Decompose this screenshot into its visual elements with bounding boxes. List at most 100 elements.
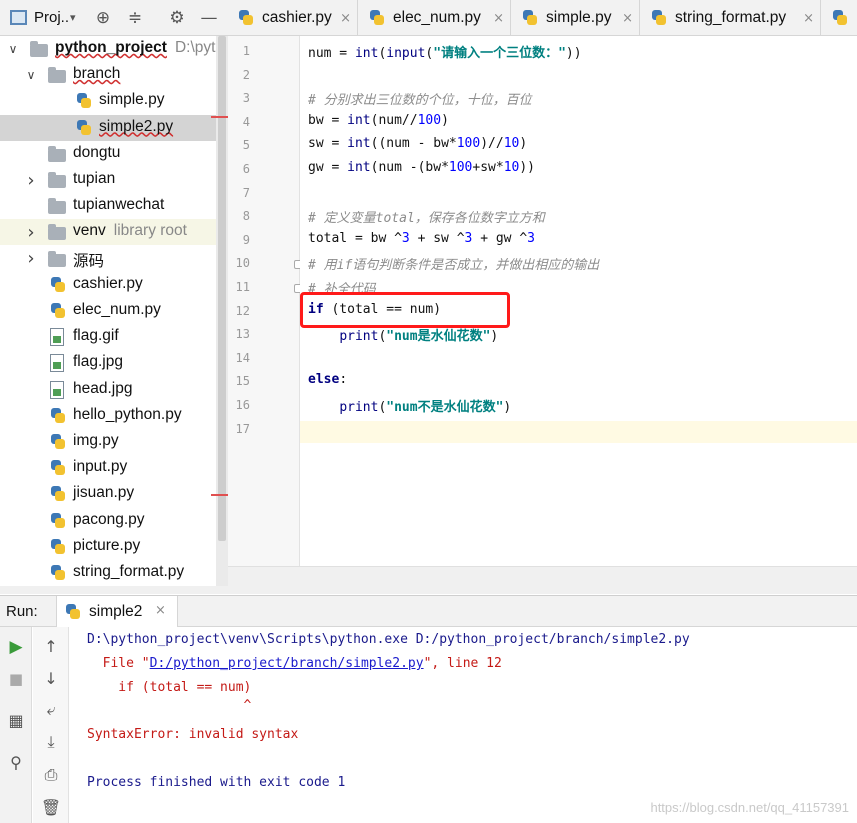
chevron-right-icon[interactable]: › bbox=[24, 248, 38, 269]
tree-item-tupianwechat[interactable]: tupianwechat bbox=[0, 193, 216, 219]
up-arrow-icon[interactable]: ↑ bbox=[40, 635, 62, 657]
scrollbar-thumb[interactable] bbox=[218, 36, 226, 541]
code-line: print("num不是水仙花数") bbox=[339, 400, 512, 415]
chevron-down-icon[interactable]: ∨ bbox=[24, 68, 38, 82]
run-toolbar-right: ↑ ↓ ⤶ ⤓ ⎙ 🗑 bbox=[33, 627, 69, 823]
tree-item-label: input.py bbox=[73, 458, 128, 476]
console-traceback-file: File "D:/python_project/branch/simple2.p… bbox=[87, 656, 502, 671]
run-icon[interactable]: ▶ bbox=[5, 636, 27, 658]
code-line: bw = int(num//100) bbox=[308, 112, 449, 128]
tree-item-input-py[interactable]: input.py bbox=[0, 455, 216, 481]
chevron-right-icon[interactable]: › bbox=[24, 170, 38, 191]
error-stripe-marker bbox=[211, 116, 228, 118]
tree-item-pacong-py[interactable]: pacong.py bbox=[0, 508, 216, 534]
pin-icon[interactable]: ⚲ bbox=[5, 751, 27, 773]
watermark: https://blog.csdn.net/qq_41157391 bbox=[650, 800, 849, 815]
gear-icon[interactable]: ⚙ bbox=[167, 8, 187, 28]
tree-item-hint: D:\pytho bbox=[174, 39, 216, 56]
tree-item-head-jpg[interactable]: head.jpg bbox=[0, 377, 216, 403]
project-view-icon[interactable] bbox=[10, 10, 27, 25]
code-line: print("num是水仙花数") bbox=[339, 329, 499, 345]
tree-item-text: dongtu bbox=[73, 144, 120, 162]
tree-item-text: python_project D:\pytho bbox=[55, 39, 216, 57]
layout-icon[interactable]: ▦ bbox=[5, 709, 27, 731]
tree-item-text: simple.py bbox=[99, 91, 164, 109]
project-panel-title[interactable]: Proj.. bbox=[34, 9, 69, 26]
tab-simple[interactable]: simple.py × bbox=[512, 0, 640, 35]
traceback-suffix: ", line 12 bbox=[423, 656, 502, 671]
scroll-to-end-icon[interactable]: ⤓ bbox=[40, 731, 62, 753]
tree-item-jisuan-py[interactable]: jisuan.py bbox=[0, 481, 216, 507]
close-icon[interactable]: × bbox=[493, 11, 504, 26]
tree-item-label: venv bbox=[73, 222, 106, 240]
close-icon[interactable]: × bbox=[803, 11, 814, 26]
collapse-icon[interactable]: ≑ bbox=[125, 8, 145, 28]
line-number: 2 bbox=[242, 67, 250, 82]
editor-gutter: 1 2 3 4 5 6 7 8 9 10 11 12 13 14 15 16 17 bbox=[228, 36, 303, 566]
tree-item-img-py[interactable]: img.py bbox=[0, 429, 216, 455]
folder-icon bbox=[48, 172, 66, 188]
close-icon[interactable]: × bbox=[155, 603, 166, 618]
tree-item-simple-py[interactable]: simple.py bbox=[0, 88, 216, 114]
chevron-right-icon[interactable]: › bbox=[24, 222, 38, 243]
project-panel-footer bbox=[0, 586, 228, 594]
tree-item-tupian[interactable]: › tupian bbox=[0, 167, 216, 193]
tree-item-label: pacong.py bbox=[73, 510, 145, 528]
line-number: 1 bbox=[242, 44, 250, 58]
tab-overflow[interactable] bbox=[822, 0, 857, 35]
tree-item-text: head.jpg bbox=[73, 380, 132, 398]
chevron-down-icon[interactable]: ▾ bbox=[70, 11, 76, 24]
traceback-file-link[interactable]: D:/python_project/branch/simple2.py bbox=[150, 656, 424, 671]
tree-item-elec-num-py[interactable]: elec_num.py bbox=[0, 298, 216, 324]
minimize-icon[interactable]: — bbox=[199, 8, 219, 28]
tree-item-text: pacong.py bbox=[73, 511, 145, 529]
trash-icon[interactable]: 🗑 bbox=[40, 796, 62, 818]
tree-item-dongtu[interactable]: dongtu bbox=[0, 141, 216, 167]
project-tree-scrollbar[interactable] bbox=[216, 36, 228, 586]
print-icon[interactable]: ⎙ bbox=[40, 764, 62, 786]
tree-item-[interactable]: › 源码 bbox=[0, 246, 216, 272]
tree-item-flag-gif[interactable]: flag.gif bbox=[0, 324, 216, 350]
project-panel-header: Proj.. ▾ ⊕ ≑ ⚙ — bbox=[0, 0, 228, 36]
tree-item-python-project[interactable]: ∨ python_project D:\pytho bbox=[0, 36, 216, 62]
close-icon[interactable]: × bbox=[340, 11, 351, 26]
line-number: 7 bbox=[242, 185, 250, 200]
run-console[interactable]: D:\python_project\venv\Scripts\python.ex… bbox=[70, 627, 857, 823]
tree-item-label: tupian bbox=[73, 170, 116, 187]
tab-cashier[interactable]: cashier.py × bbox=[228, 0, 358, 35]
soft-wrap-icon[interactable]: ⤶ bbox=[40, 699, 62, 721]
editor-footer bbox=[228, 566, 857, 594]
line-number: 12 bbox=[235, 303, 250, 318]
tree-item-text: tupianwechat bbox=[73, 196, 164, 214]
tree-item-text: venv library root bbox=[73, 222, 187, 240]
console-exit-status: Process finished with exit code 1 bbox=[87, 775, 346, 790]
tab-elec-num[interactable]: elec_num.py × bbox=[359, 0, 511, 35]
tree-item-picture-py[interactable]: picture.py bbox=[0, 534, 216, 560]
tab-string-format[interactable]: string_format.py × bbox=[641, 0, 821, 35]
folder-icon bbox=[48, 67, 66, 84]
stop-icon[interactable]: ■ bbox=[5, 668, 27, 690]
line-number: 16 bbox=[235, 398, 250, 412]
code-line: num = int(input("请输入一个三位数：")) bbox=[308, 46, 582, 61]
tree-item-text: jisuan.py bbox=[73, 484, 134, 502]
down-arrow-icon[interactable]: ↓ bbox=[40, 667, 62, 689]
project-tree[interactable]: ∨ python_project D:\pytho ∨ branch simple.py s… bbox=[0, 36, 216, 586]
tree-item-venv[interactable]: › venv library root bbox=[0, 219, 216, 246]
locate-icon[interactable]: ⊕ bbox=[93, 8, 113, 28]
tree-item-branch[interactable]: ∨ branch bbox=[0, 62, 216, 88]
python-file-icon bbox=[832, 9, 848, 27]
tree-item-string-format-py[interactable]: string_format.py bbox=[0, 560, 216, 586]
console-error: SyntaxError: invalid syntax bbox=[87, 727, 299, 742]
tree-item-flag-jpg[interactable]: flag.jpg bbox=[0, 350, 216, 376]
folder-icon bbox=[48, 224, 66, 241]
tree-item-text: img.py bbox=[73, 432, 119, 450]
tree-item-text: string_format.py bbox=[73, 563, 184, 581]
tree-item-hello-python-py[interactable]: hello_python.py bbox=[0, 403, 216, 429]
run-tab-simple2[interactable]: simple2 × bbox=[56, 596, 178, 627]
tree-item-cashier-py[interactable]: cashier.py bbox=[0, 272, 216, 298]
line-number: 8 bbox=[242, 209, 250, 224]
close-icon[interactable]: × bbox=[622, 11, 633, 26]
tree-item-label: python_project bbox=[55, 39, 167, 56]
tree-item-simple2-py[interactable]: simple2.py bbox=[0, 114, 216, 141]
chevron-down-icon[interactable]: ∨ bbox=[6, 42, 20, 56]
